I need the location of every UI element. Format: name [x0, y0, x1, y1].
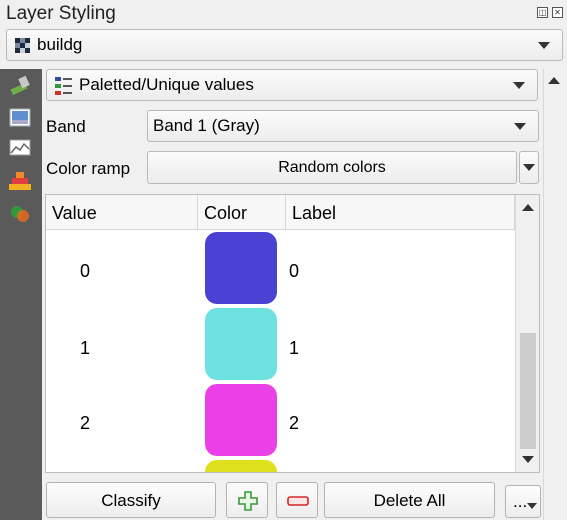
chevron-down-icon [513, 82, 525, 89]
add-value-button[interactable] [226, 482, 268, 518]
close-icon[interactable]: ✕ [552, 7, 563, 18]
scroll-down-icon[interactable] [522, 456, 534, 463]
more-label: ... [513, 492, 528, 511]
band-select[interactable]: Band 1 (Gray) [147, 110, 539, 142]
chevron-down-icon [538, 42, 550, 49]
row-value: 0 [80, 261, 91, 281]
band-label: Band [46, 117, 86, 136]
row-value: 1 [80, 338, 91, 358]
raster-layer-icon [15, 38, 30, 53]
scroll-up-icon[interactable] [548, 77, 560, 84]
table-scrollbar[interactable] [515, 195, 539, 472]
panel-scrollbar[interactable] [543, 69, 563, 520]
column-header-color[interactable]: Color [198, 195, 286, 230]
histogram-icon[interactable] [8, 137, 32, 159]
row-value: 2 [80, 413, 91, 433]
scroll-up-icon[interactable] [522, 204, 534, 211]
color-ramp-label: Color ramp [46, 159, 131, 178]
chevron-down-icon [527, 503, 537, 509]
panel-title: Layer Styling [6, 3, 116, 24]
band-select-value: Band 1 (Gray) [153, 116, 260, 135]
raster-icon[interactable] [8, 107, 32, 129]
row-label: 0 [289, 261, 300, 281]
paintbrush-icon[interactable] [8, 74, 32, 96]
color-ramp-value: Random colors [278, 158, 386, 176]
remove-value-button[interactable] [276, 482, 318, 518]
minus-icon [287, 496, 309, 506]
row-label: 2 [289, 413, 300, 433]
paletted-renderer-icon [55, 77, 72, 95]
color-ramp-button[interactable]: Random colors [147, 151, 517, 184]
color-swatch[interactable] [205, 460, 277, 472]
float-icon[interactable]: ◫ [537, 7, 548, 18]
layer-select[interactable]: buildg [6, 29, 563, 61]
more-options-button[interactable]: ... [505, 485, 541, 518]
renderer-select[interactable]: Paletted/Unique values [46, 69, 538, 101]
color-swatch[interactable] [205, 384, 277, 456]
layer-select-value: buildg [37, 35, 83, 54]
chevron-down-icon [523, 164, 535, 171]
chevron-down-icon [514, 123, 526, 130]
renderer-select-value: Paletted/Unique values [79, 75, 254, 94]
column-header-label[interactable]: Label [286, 195, 515, 230]
classify-button[interactable]: Classify [46, 482, 216, 518]
transparency-icon[interactable] [8, 203, 32, 225]
plus-icon [238, 491, 258, 511]
values-table: Value Color Label 0 0 1 1 2 2 [45, 194, 540, 473]
style-sidebar [0, 69, 42, 520]
column-header-value[interactable]: Value [46, 195, 198, 230]
scrollbar-thumb[interactable] [520, 333, 536, 449]
pyramid-icon[interactable] [8, 170, 32, 192]
color-swatch[interactable] [205, 308, 277, 380]
color-swatch[interactable] [205, 232, 277, 304]
row-label: 1 [289, 338, 300, 358]
delete-all-button[interactable]: Delete All [324, 482, 495, 518]
color-ramp-dropdown[interactable] [519, 151, 539, 184]
